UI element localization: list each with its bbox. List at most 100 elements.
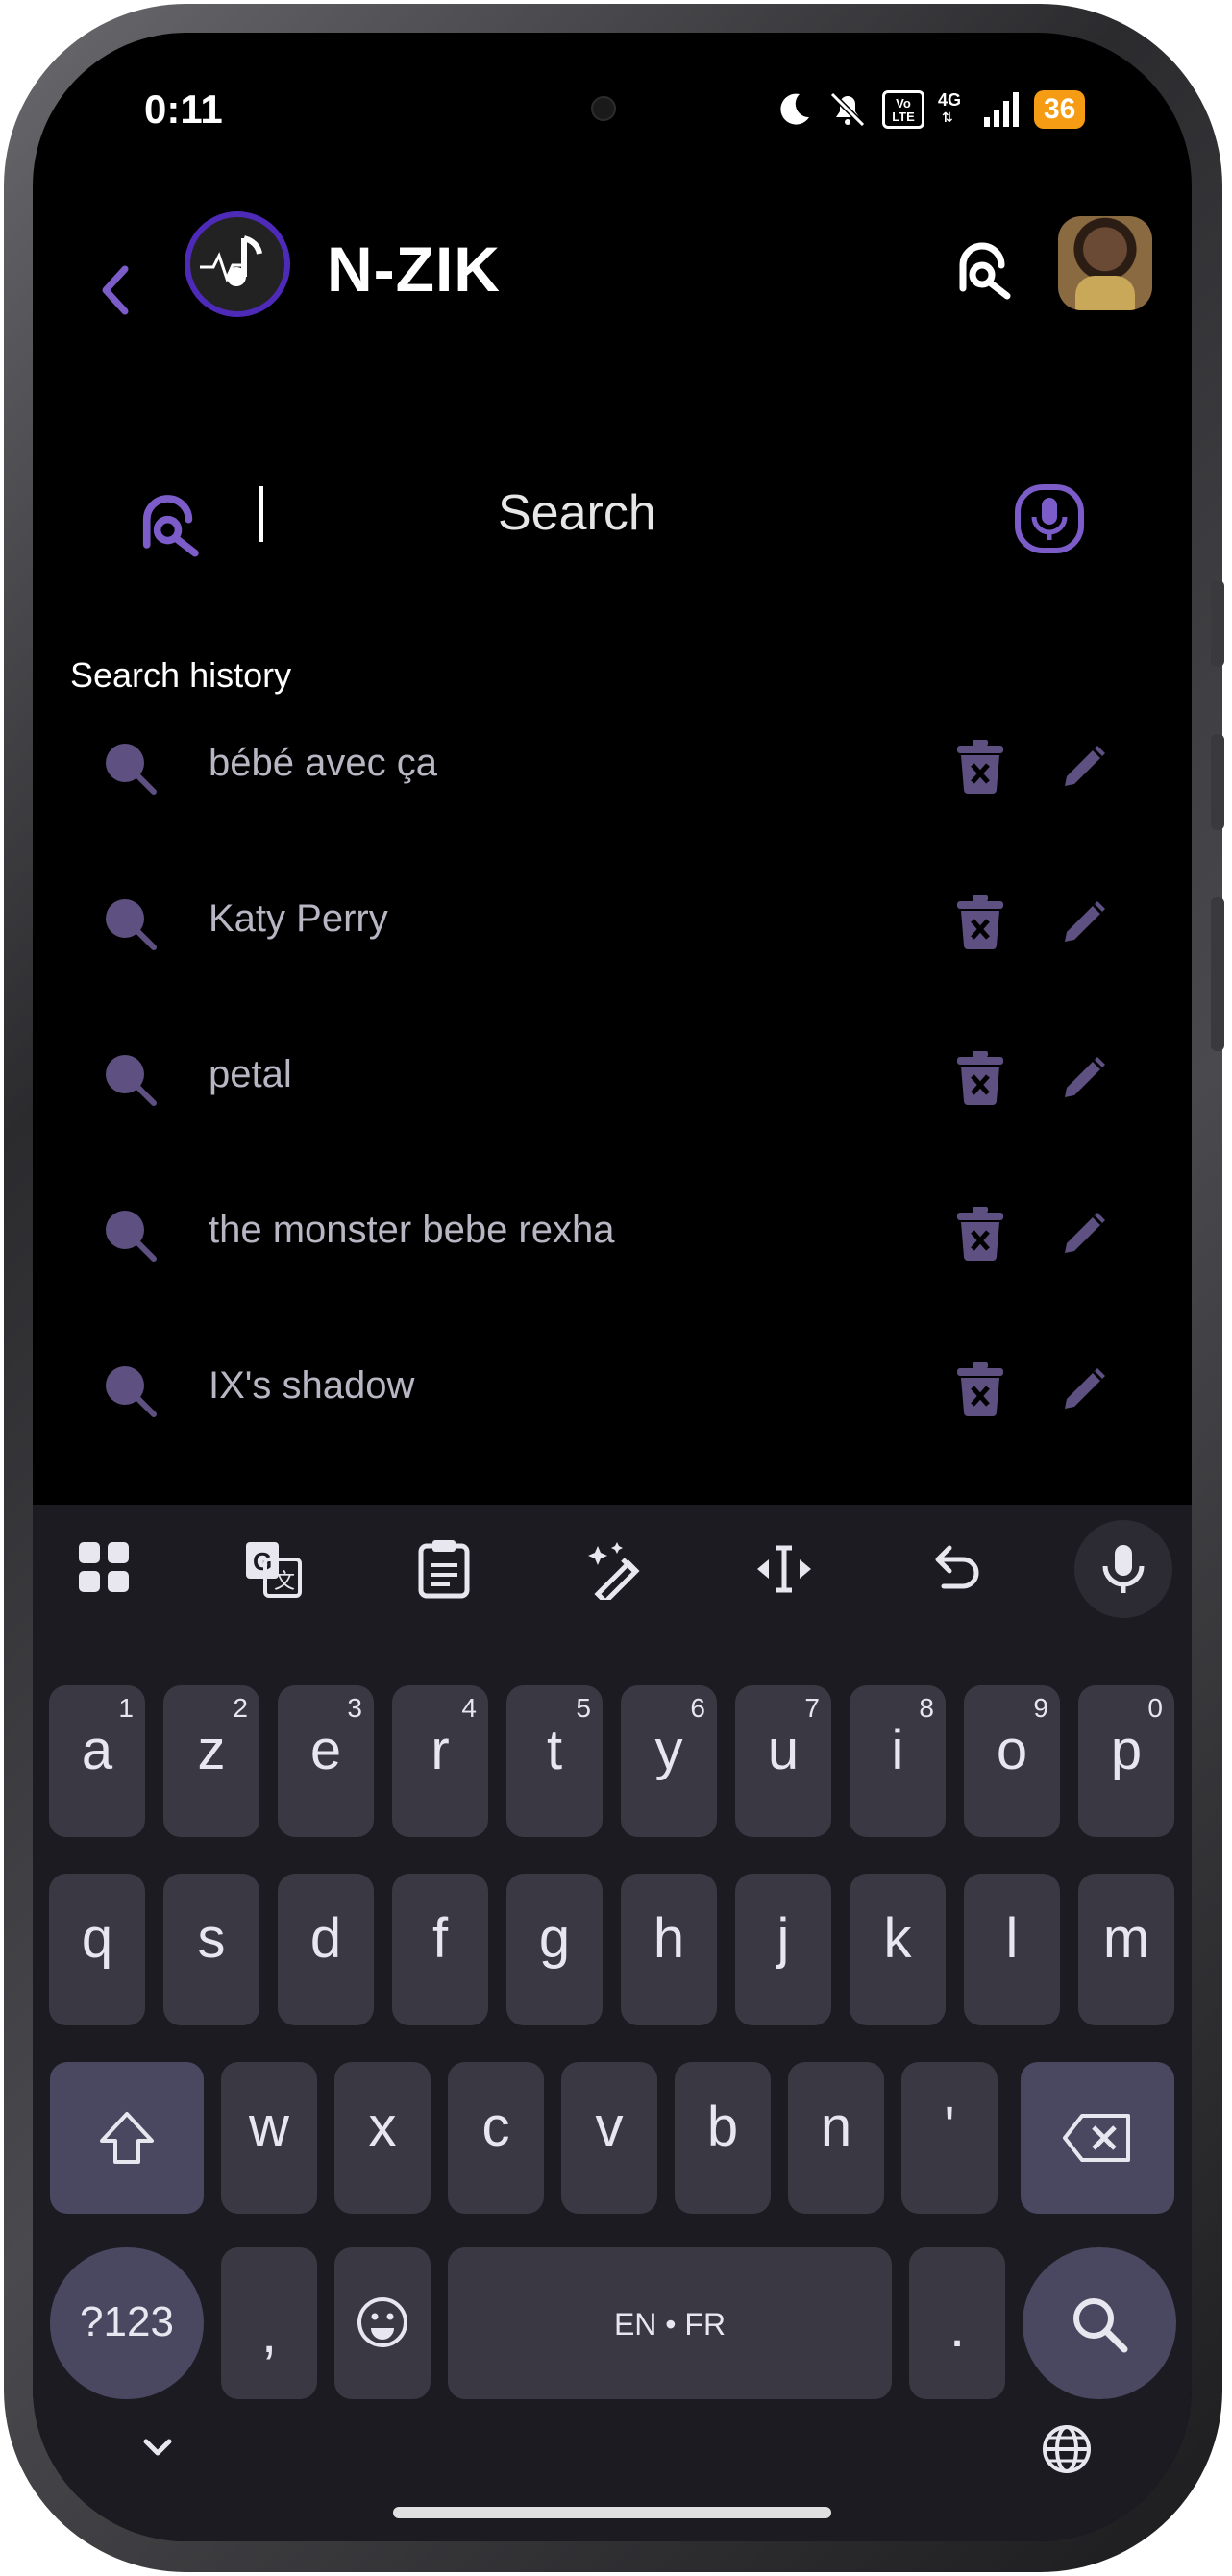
delete-history-button[interactable] bbox=[953, 1205, 1007, 1265]
key-p[interactable]: p0 bbox=[1078, 1685, 1174, 1837]
key-m[interactable]: m bbox=[1078, 1874, 1174, 2025]
search-icon bbox=[106, 1366, 157, 1417]
music-search-icon bbox=[142, 495, 199, 557]
search-field-icon bbox=[138, 488, 208, 562]
history-item-label: Katy Perry bbox=[209, 897, 388, 940]
clipboard-icon[interactable] bbox=[415, 1538, 473, 1605]
text-cursor-icon[interactable] bbox=[753, 1538, 815, 1605]
app-logo bbox=[185, 211, 290, 317]
edit-history-button[interactable] bbox=[1057, 894, 1113, 954]
key-a[interactable]: a1 bbox=[49, 1685, 145, 1837]
period-key[interactable]: . bbox=[909, 2247, 1005, 2399]
pencil-icon bbox=[1065, 1368, 1105, 1409]
status-time: 0:11 bbox=[144, 86, 223, 132]
keyboard-voice-button[interactable] bbox=[1074, 1520, 1172, 1618]
chevron-left-icon bbox=[102, 265, 129, 315]
history-item[interactable]: the monster bebe rexha bbox=[33, 1176, 1192, 1291]
key-y[interactable]: y6 bbox=[621, 1685, 717, 1837]
key-n[interactable]: n bbox=[788, 2062, 884, 2214]
trash-icon bbox=[957, 1207, 1003, 1261]
history-item-label: the monster bebe rexha bbox=[209, 1209, 615, 1251]
search-icon bbox=[1073, 2298, 1128, 2353]
key-o[interactable]: o9 bbox=[964, 1685, 1060, 1837]
key-z[interactable]: z2 bbox=[163, 1685, 259, 1837]
delete-history-button[interactable] bbox=[953, 894, 1007, 954]
delete-history-button[interactable] bbox=[953, 738, 1007, 798]
edit-history-button[interactable] bbox=[1057, 738, 1113, 798]
key-r[interactable]: r4 bbox=[392, 1685, 488, 1837]
key-'[interactable]: ' bbox=[901, 2062, 998, 2214]
header-search-button[interactable] bbox=[955, 236, 1019, 305]
key-d[interactable]: d bbox=[278, 1874, 374, 2025]
symbols-key[interactable]: ?123 bbox=[50, 2247, 204, 2399]
shift-icon bbox=[100, 2112, 154, 2164]
delete-history-button[interactable] bbox=[953, 1361, 1007, 1421]
key-c[interactable]: c bbox=[448, 2062, 544, 2214]
pencil-icon bbox=[1065, 1057, 1105, 1097]
shift-key[interactable] bbox=[50, 2062, 204, 2214]
key-i[interactable]: i8 bbox=[850, 1685, 946, 1837]
search-input[interactable]: Search bbox=[498, 484, 656, 542]
key-h[interactable]: h bbox=[621, 1874, 717, 2025]
history-item[interactable]: IX's shadow bbox=[33, 1332, 1192, 1447]
key-v[interactable]: v bbox=[561, 2062, 657, 2214]
keyboard-toolbar: G文 bbox=[33, 1505, 1192, 1630]
trash-icon bbox=[957, 740, 1003, 794]
volume-down-button bbox=[1211, 897, 1224, 1051]
avatar[interactable] bbox=[1058, 216, 1152, 310]
edit-history-button[interactable] bbox=[1057, 1205, 1113, 1265]
back-button[interactable] bbox=[96, 261, 135, 324]
moon-icon bbox=[780, 93, 809, 125]
search-key[interactable] bbox=[1023, 2247, 1176, 2399]
key-f[interactable]: f bbox=[392, 1874, 488, 2025]
history-item-label: petal bbox=[209, 1053, 292, 1095]
key-e[interactable]: e3 bbox=[278, 1685, 374, 1837]
space-key[interactable]: EN • FR bbox=[448, 2247, 892, 2399]
history-item[interactable]: bébé avec ça bbox=[33, 709, 1192, 824]
voice-search-button[interactable] bbox=[1013, 482, 1086, 560]
undo-icon[interactable] bbox=[926, 1538, 984, 1601]
key-l[interactable]: l bbox=[964, 1874, 1060, 2025]
silent-icon bbox=[829, 91, 866, 128]
home-indicator[interactable] bbox=[393, 2507, 831, 2518]
status-icons: Vo LTE 4G ⇅ 36 bbox=[775, 88, 1086, 131]
key-q[interactable]: q bbox=[49, 1874, 145, 2025]
chevron-down-icon[interactable] bbox=[138, 2434, 177, 2463]
key-s[interactable]: s bbox=[163, 1874, 259, 2025]
magic-pen-icon[interactable] bbox=[584, 1538, 646, 1606]
key-k[interactable]: k bbox=[850, 1874, 946, 2025]
trash-icon bbox=[957, 895, 1003, 949]
delete-history-button[interactable] bbox=[953, 1049, 1007, 1110]
edit-history-button[interactable] bbox=[1057, 1049, 1113, 1110]
key-u[interactable]: u7 bbox=[735, 1685, 831, 1837]
pencil-icon bbox=[1065, 746, 1105, 786]
key-g[interactable]: g bbox=[506, 1874, 603, 2025]
battery-indicator: 36 bbox=[1034, 90, 1086, 129]
key-b[interactable]: b bbox=[675, 2062, 771, 2214]
keyboard: G文 ?123 , EN • FR . a 1 z 2 e 3 r 4 t 5 … bbox=[33, 1505, 1192, 2541]
edit-history-button[interactable] bbox=[1057, 1361, 1113, 1421]
signal-icon bbox=[984, 92, 1019, 127]
search-history-title: Search history bbox=[70, 655, 292, 695]
key-x[interactable]: x bbox=[334, 2062, 431, 2214]
front-camera bbox=[591, 96, 616, 121]
keyboard-nav-bar bbox=[33, 2393, 1192, 2541]
trash-icon bbox=[957, 1362, 1003, 1416]
search-icon bbox=[106, 899, 157, 950]
history-item-label: IX's shadow bbox=[209, 1364, 415, 1407]
volte-badge: Vo LTE bbox=[882, 90, 924, 129]
svg-text:文: 文 bbox=[274, 1570, 295, 1594]
history-item[interactable]: Katy Perry bbox=[33, 865, 1192, 980]
trash-icon bbox=[957, 1051, 1003, 1105]
key-w[interactable]: w bbox=[221, 2062, 317, 2214]
emoji-key[interactable] bbox=[334, 2247, 431, 2399]
translate-icon[interactable]: G文 bbox=[242, 1538, 304, 1605]
key-j[interactable]: j bbox=[735, 1874, 831, 2025]
key-t[interactable]: t5 bbox=[506, 1685, 603, 1837]
backspace-key[interactable] bbox=[1021, 2062, 1174, 2214]
apps-grid-icon[interactable] bbox=[75, 1538, 133, 1601]
globe-icon[interactable] bbox=[1040, 2422, 1094, 2476]
screen: 0:11 Vo LTE 4G ⇅ 36 N-ZIK Search Search … bbox=[33, 33, 1192, 2541]
comma-key[interactable]: , bbox=[221, 2247, 317, 2399]
history-item[interactable]: petal bbox=[33, 1020, 1192, 1136]
